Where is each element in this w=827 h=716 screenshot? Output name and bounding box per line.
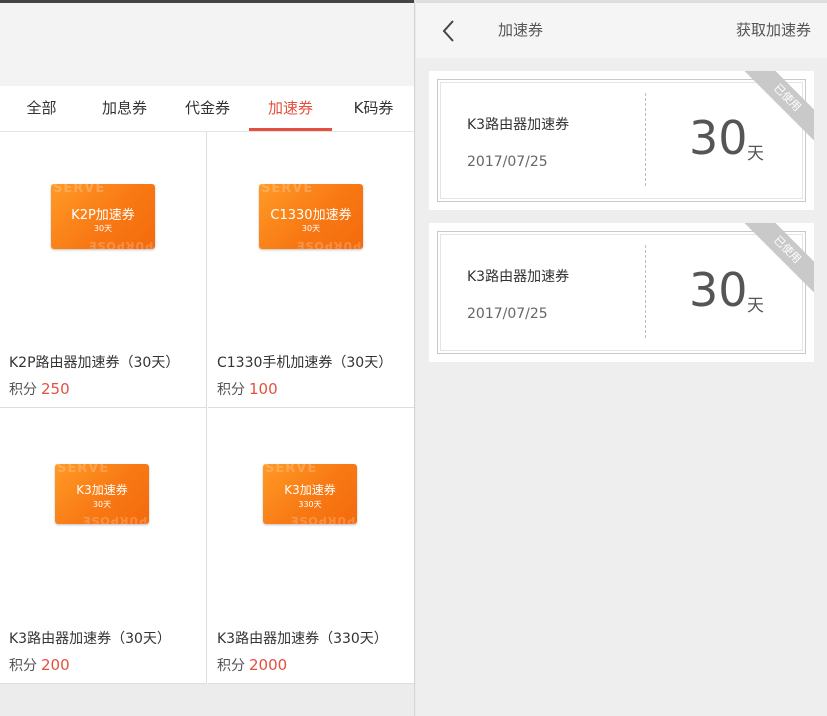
top-blank-area <box>0 0 414 86</box>
status-badge: 已使用 <box>740 223 814 297</box>
coupon-divider <box>645 93 646 186</box>
card-watermark: SERVE <box>265 464 318 476</box>
card-title: K2P加速券 <box>71 208 135 223</box>
product-item[interactable]: SERVE K3加速券 30天 PURPOSE K3路由器加速券（30天） 积分… <box>0 408 207 684</box>
card-days: 30天 <box>93 224 113 233</box>
coupon-ticket[interactable]: K3路由器加速券 2017/07/25 30 天 已使用 <box>429 71 814 210</box>
nav-header: 加速券 获取加速券 <box>416 0 827 58</box>
product-grid: SERVE K2P加速券 30天 PURPOSE K2P路由器加速券（30天） … <box>0 132 414 684</box>
coupon-card-image: SERVE K2P加速券 30天 PURPOSE <box>51 184 155 249</box>
card-days: 30天 <box>301 224 321 233</box>
card-watermark: PURPOSE <box>87 239 153 249</box>
active-tab-indicator <box>249 128 332 131</box>
product-name: K3路由器加速券（30天） <box>9 631 171 647</box>
card-watermark: SERVE <box>53 184 106 196</box>
coupon-date: 2017/07/25 <box>467 306 548 322</box>
coupon-title: K3路由器加速券 <box>467 269 570 285</box>
points-mall-screen: 全部 加息券 代金券 加速券 K码券 SERVE K2P加速券 30天 PURP… <box>0 0 415 716</box>
product-item[interactable]: SERVE K3加速券 330天 PURPOSE K3路由器加速券（330天） … <box>208 408 414 684</box>
tab-voucher[interactable]: 代金券 <box>166 86 249 132</box>
product-item[interactable]: SERVE C1330加速券 30天 PURPOSE C1330手机加速券（30… <box>208 132 414 408</box>
product-item[interactable]: SERVE K2P加速券 30天 PURPOSE K2P路由器加速券（30天） … <box>0 132 207 408</box>
coupon-title: K3路由器加速券 <box>467 117 570 133</box>
tab-kcode-coupon[interactable]: K码券 <box>332 86 414 132</box>
card-days: 30天 <box>92 500 112 509</box>
product-name: K2P路由器加速券（30天） <box>9 355 180 371</box>
product-name: K3路由器加速券（330天） <box>217 631 388 647</box>
product-name: C1330手机加速券（30天） <box>217 355 393 371</box>
page-title: 加速券 <box>498 21 544 39</box>
card-title: K3加速券 <box>76 483 128 497</box>
card-title: C1330加速券 <box>270 208 352 223</box>
get-coupon-link[interactable]: 获取加速券 <box>736 19 811 40</box>
card-watermark: PURPOSE <box>295 239 361 249</box>
coupon-divider <box>645 245 646 338</box>
card-watermark: SERVE <box>57 464 110 476</box>
product-points: 积分 200 <box>9 656 70 674</box>
product-points: 积分 250 <box>9 380 70 398</box>
tab-interest-coupon[interactable]: 加息券 <box>83 86 166 132</box>
card-days: 330天 <box>298 500 322 509</box>
coupon-card-image: SERVE C1330加速券 30天 PURPOSE <box>259 184 363 249</box>
card-title: K3加速券 <box>284 483 336 497</box>
card-watermark: SERVE <box>261 184 314 196</box>
tab-all[interactable]: 全部 <box>0 86 83 132</box>
tab-speedup-coupon[interactable]: 加速券 <box>249 86 332 132</box>
card-watermark: PURPOSE <box>81 514 147 524</box>
used-ribbon: 已使用 <box>734 71 814 151</box>
coupon-date: 2017/07/25 <box>467 154 548 170</box>
used-ribbon: 已使用 <box>734 223 814 303</box>
status-badge: 已使用 <box>740 71 814 145</box>
coupon-ticket[interactable]: K3路由器加速券 2017/07/25 30 天 已使用 <box>429 223 814 362</box>
product-points: 积分 2000 <box>217 656 288 674</box>
chevron-left-icon[interactable] <box>440 19 460 43</box>
card-watermark: PURPOSE <box>289 514 355 524</box>
my-speedup-coupons-screen: 加速券 获取加速券 K3路由器加速券 2017/07/25 30 天 已使用 K… <box>416 0 827 716</box>
coupon-card-image: SERVE K3加速券 30天 PURPOSE <box>55 464 149 524</box>
coupon-card-image: SERVE K3加速券 330天 PURPOSE <box>263 464 357 524</box>
category-tabs: 全部 加息券 代金券 加速券 K码券 <box>0 86 414 132</box>
product-points: 积分 100 <box>217 380 278 398</box>
